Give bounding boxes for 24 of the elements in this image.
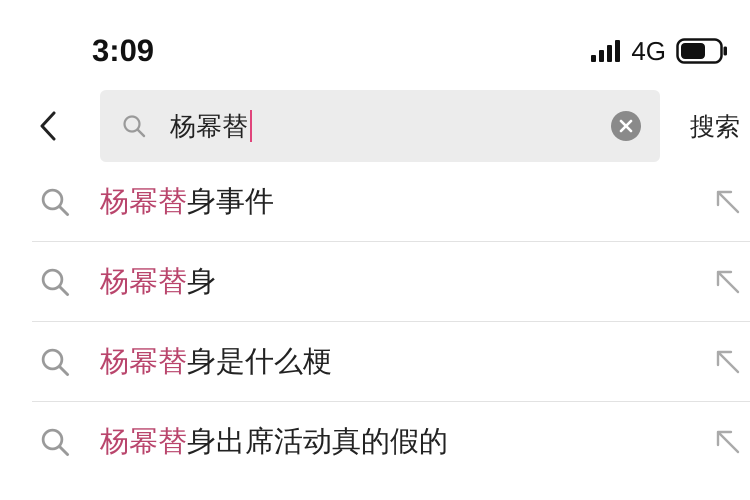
suggestion-text: 杨幂替身是什么梗 (100, 342, 332, 380)
search-query: 杨幂替 (170, 110, 248, 144)
network-type: 4G (631, 36, 666, 66)
close-icon (610, 110, 642, 142)
search-icon (40, 186, 70, 216)
search-icon (40, 266, 70, 296)
suggestion-item[interactable]: 杨幂替身是什么梗 (32, 322, 750, 402)
suggestion-item[interactable]: 杨幂替身出席活动真的假的 (32, 402, 750, 482)
search-icon (40, 427, 70, 457)
signal-icon (591, 40, 622, 62)
battery-icon (676, 38, 728, 64)
suggestion-text: 杨幂替身 (100, 262, 216, 300)
arrow-up-left-icon (714, 428, 742, 456)
search-icon (40, 346, 70, 376)
suggestion-item[interactable]: 杨幂替身 (32, 242, 750, 322)
search-field[interactable]: 杨幂替 (100, 90, 660, 162)
search-button[interactable]: 搜索 (660, 110, 740, 142)
suggestion-item[interactable]: 杨幂替身事件 (32, 162, 750, 242)
clear-button[interactable] (610, 110, 642, 142)
suggestion-text: 杨幂替身事件 (100, 182, 274, 220)
chevron-left-icon (40, 111, 56, 141)
status-time: 3:09 (92, 33, 154, 69)
search-icon (122, 114, 146, 138)
suggestion-text: 杨幂替身出席活动真的假的 (100, 423, 448, 460)
